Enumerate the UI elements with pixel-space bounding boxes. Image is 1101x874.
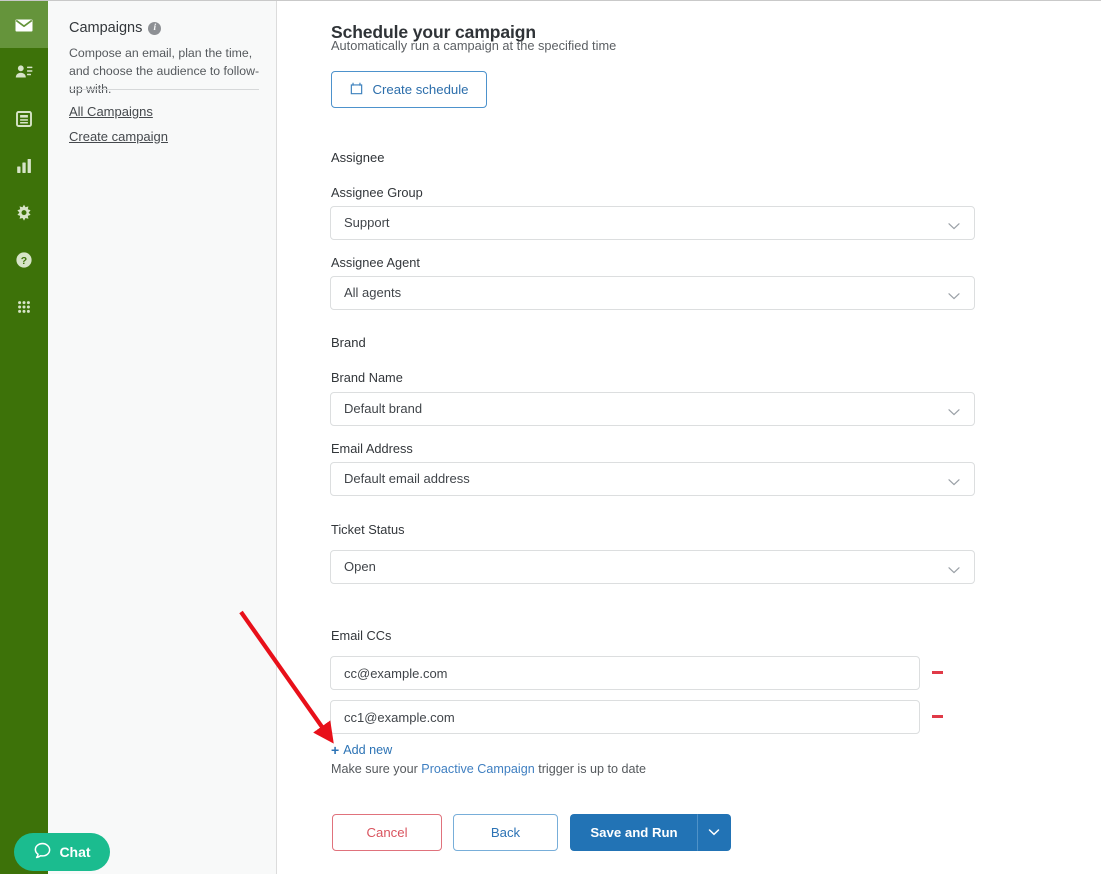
chevron-down-icon (948, 474, 960, 492)
nav-item-contacts[interactable] (0, 48, 48, 95)
nav-item-knowledge-base[interactable] (0, 95, 48, 142)
apps-grid-icon (14, 297, 34, 317)
ticket-status-select[interactable]: Open (330, 550, 975, 584)
field-label-ticket-status: Ticket Status (331, 522, 405, 537)
ticket-status-value: Open (344, 559, 376, 574)
assignee-group-select[interactable]: Support (330, 206, 975, 240)
chat-bubble-icon (33, 841, 52, 863)
brand-name-value: Default brand (344, 401, 423, 416)
email-cc-input-0[interactable] (330, 656, 920, 690)
email-cc-input-1[interactable] (330, 700, 920, 734)
minus-icon[interactable] (932, 671, 943, 674)
chevron-down-icon (948, 562, 960, 580)
primary-nav-rail: ? (0, 1, 48, 874)
proactive-campaign-link[interactable]: Proactive Campaign (421, 762, 534, 776)
assignee-agent-select[interactable]: All agents (330, 276, 975, 310)
nav-item-campaigns[interactable] (0, 1, 48, 48)
nav-item-help[interactable]: ? (0, 236, 48, 283)
add-new-cc-button[interactable]: + Add new (331, 743, 392, 757)
chevron-down-icon (948, 288, 960, 306)
nav-item-apps[interactable] (0, 283, 48, 330)
campaigns-side-panel: Campaigns i Compose an email, plan the t… (48, 1, 277, 874)
field-label-email-address: Email Address (331, 441, 413, 456)
chat-widget-button[interactable]: Chat (14, 833, 110, 871)
email-address-select[interactable]: Default email address (330, 462, 975, 496)
proactive-campaign-hint: Make sure your Proactive Campaign trigge… (331, 762, 646, 776)
info-icon[interactable]: i (148, 21, 162, 35)
page-subtitle: Automatically run a campaign at the spec… (331, 38, 617, 53)
sidebar-item-create-campaign[interactable]: Create campaign (69, 129, 168, 144)
field-label-brand-name: Brand Name (331, 370, 403, 385)
back-button[interactable]: Back (453, 814, 558, 851)
gear-icon (14, 203, 34, 223)
field-label-assignee-group: Assignee Group (331, 185, 423, 200)
assignee-agent-value: All agents (344, 285, 402, 300)
sidebar-item-all-campaigns[interactable]: All Campaigns (69, 104, 153, 119)
save-and-run-button[interactable]: Save and Run (570, 814, 697, 851)
chevron-down-icon (948, 404, 960, 422)
nav-item-reports[interactable] (0, 142, 48, 189)
hint-suffix: trigger is up to date (534, 762, 647, 776)
create-schedule-label: Create schedule (372, 82, 469, 97)
save-and-run-dropdown-button[interactable] (697, 814, 731, 851)
plus-icon: + (331, 742, 340, 758)
chevron-down-icon (948, 218, 960, 236)
svg-text:?: ? (21, 255, 27, 267)
email-address-value: Default email address (344, 471, 470, 486)
calendar-icon (349, 81, 364, 99)
contacts-icon (14, 62, 34, 82)
main-content: Schedule your campaign Automatically run… (278, 1, 1101, 874)
section-label-brand: Brand (331, 335, 366, 350)
assignee-group-value: Support (344, 215, 390, 230)
side-panel-divider (69, 89, 259, 90)
nav-item-settings[interactable] (0, 189, 48, 236)
cancel-button[interactable]: Cancel (332, 814, 442, 851)
add-new-label: Add new (343, 743, 393, 757)
side-panel-title: Campaigns i (69, 20, 162, 36)
section-label-assignee: Assignee (331, 150, 385, 165)
minus-icon[interactable] (932, 715, 943, 718)
hint-prefix: Make sure your (331, 762, 422, 776)
field-label-assignee-agent: Assignee Agent (331, 255, 420, 270)
create-schedule-button[interactable]: Create schedule (331, 71, 487, 108)
envelope-icon (14, 15, 34, 35)
chevron-down-icon (708, 825, 720, 840)
knowledge-base-icon (14, 109, 34, 129)
help-icon: ? (14, 250, 34, 270)
field-label-email-ccs: Email CCs (331, 628, 392, 643)
reports-icon (14, 156, 34, 176)
brand-name-select[interactable]: Default brand (330, 392, 975, 426)
chat-widget-label: Chat (59, 844, 91, 860)
app-root: ? Campaigns i Compose an email, plan the… (0, 0, 1101, 874)
side-panel-title-text: Campaigns (69, 20, 143, 36)
